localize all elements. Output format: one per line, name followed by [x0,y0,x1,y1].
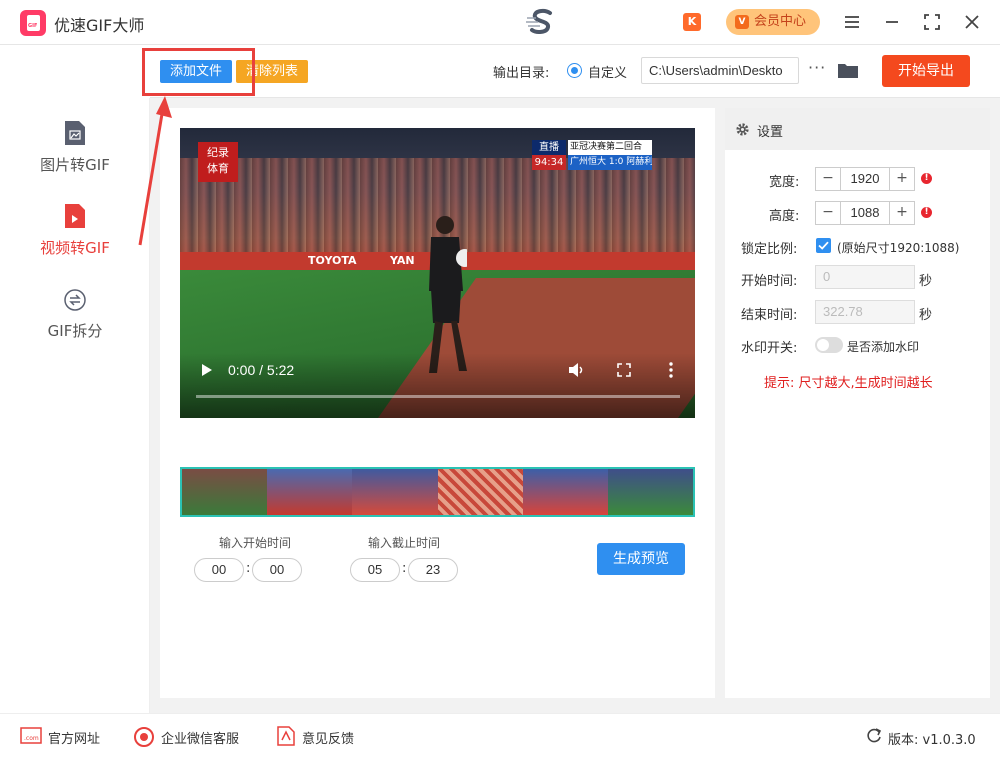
height-stepper: − 1088 + [815,201,915,225]
sidebar-item-video-to-gif[interactable]: 视频转GIF [0,203,150,273]
folder-icon[interactable] [838,62,858,78]
maximize-icon[interactable] [920,10,944,34]
watermark-toggle[interactable] [815,337,843,353]
website-icon: .com [20,727,42,744]
width-stepper: − 1920 + [815,167,915,191]
sidebar-item-image-to-gif[interactable]: 图片转GIF [0,120,150,190]
filmstrip-frame [267,469,353,515]
width-input[interactable]: 1920 [840,168,890,190]
end-minute-input[interactable]: 05 [350,558,400,582]
end-time-label: 输入截止时间 [368,536,441,550]
watermark-label: 水印开关: [741,341,798,356]
filmstrip-frame [607,469,693,515]
end-time-setting-label: 结束时间: [741,308,798,323]
feedback-icon [277,726,295,746]
volume-icon[interactable] [568,362,586,378]
time-colon: : [246,561,251,576]
start-time-unit: 秒 [919,274,933,289]
height-increment-button[interactable]: + [890,202,914,224]
width-warning-icon: ! [921,173,932,184]
svg-text:.com: .com [24,735,39,742]
video-progress-bar[interactable] [196,395,680,398]
generate-preview-button[interactable]: 生成预览 [597,543,685,575]
start-export-button[interactable]: 开始导出 [882,55,970,87]
video-filmstrip[interactable] [180,467,695,517]
feedback-link[interactable]: 意见反馈 [302,728,354,747]
settings-title: 设置 [757,125,784,140]
highlight-box [142,48,255,96]
split-icon [64,289,86,311]
footer: .com 官方网址 企业微信客服 意见反馈 版本: v1.0.3.0 [0,713,1000,760]
lock-ratio-label: 锁定比例: [741,242,798,257]
height-decrement-button[interactable]: − [816,202,840,224]
app-title: 优速GIF大师 [54,16,145,35]
vip-label: 会员中心 [754,14,807,29]
title-bar: GIF 优速GIF大师 K V 会员中心 [0,0,1000,45]
width-label: 宽度: [769,175,800,190]
version-label: 版本: v1.0.3.0 [888,733,976,748]
close-icon[interactable] [960,10,984,34]
menu-icon[interactable] [840,10,864,34]
settings-header: 设置 [725,108,990,150]
height-warning-icon: ! [921,207,932,218]
k-badge-icon[interactable]: K [683,13,701,31]
sidebar: 图片转GIF 视频转GIF GIF拆分 [0,98,150,713]
custom-dir-label[interactable]: 自定义 [588,62,627,81]
filmstrip-frame [522,469,608,515]
fullscreen-icon[interactable] [617,363,631,377]
time-colon: : [402,561,407,576]
filmstrip-frame [437,469,523,515]
sidebar-item-label: GIF拆分 [47,322,103,340]
lock-ratio-note: (原始尺寸1920:1088) [837,241,960,255]
height-label: 高度: [769,209,800,224]
start-second-input[interactable]: 00 [252,558,302,582]
settings-panel: 设置 宽度: − 1920 + ! 高度: − 1088 + ! 锁定比例: (… [725,108,990,698]
custom-dir-radio[interactable] [567,63,582,78]
output-path-input[interactable]: C:\Users\admin\Deskto [641,57,799,84]
channel-logo: 纪录 体育 [198,142,238,182]
website-link[interactable]: 官方网址 [48,728,100,747]
vip-center-button[interactable]: V 会员中心 [726,9,820,35]
watermark-note: 是否添加水印 [847,340,920,354]
vip-icon: V [735,15,749,29]
end-time-unit: 秒 [919,308,933,323]
sidebar-item-label: 视频转GIF [40,239,110,257]
filmstrip-frame [182,469,268,515]
end-second-input[interactable]: 23 [408,558,458,582]
image-file-icon [65,121,85,145]
width-increment-button[interactable]: + [890,168,914,190]
refresh-icon[interactable] [866,726,882,744]
brand-s-logo-icon [526,8,552,34]
play-icon[interactable] [200,363,214,377]
lock-ratio-checkbox[interactable] [816,238,831,253]
filmstrip-frame [352,469,438,515]
start-minute-input[interactable]: 00 [194,558,244,582]
more-options-icon[interactable] [669,361,673,379]
wechat-service-icon [134,727,154,747]
sidebar-item-gif-split[interactable]: GIF拆分 [0,286,150,356]
width-decrement-button[interactable]: − [816,168,840,190]
toolbar: 添加文件 清除列表 输出目录: 自定义 C:\Users\admin\Deskt… [150,45,1000,98]
video-file-icon [65,204,85,228]
start-time-label: 输入开始时间 [219,536,292,550]
minimize-icon[interactable] [880,10,904,34]
video-player[interactable]: TOYOTA YAN 纪录 体育 直播 94:34 亚冠决赛第二回合 广州恒大 1… [180,128,695,418]
start-time-setting-label: 开始时间: [741,274,798,289]
browse-more-button[interactable]: ··· [808,58,826,77]
wechat-service-link[interactable]: 企业微信客服 [161,728,239,747]
gear-icon [736,123,749,136]
start-time-setting-input[interactable]: 0 [815,265,915,289]
video-time-label: 0:00 / 5:22 [228,362,295,378]
height-input[interactable]: 1088 [840,202,890,224]
app-logo-icon: GIF [20,10,46,36]
size-hint: 提示: 尺寸越大,生成时间越长 [764,376,933,391]
output-dir-label: 输出目录: [493,66,550,81]
sidebar-item-label: 图片转GIF [40,156,110,174]
end-time-setting-input[interactable]: 322.78 [815,300,915,324]
